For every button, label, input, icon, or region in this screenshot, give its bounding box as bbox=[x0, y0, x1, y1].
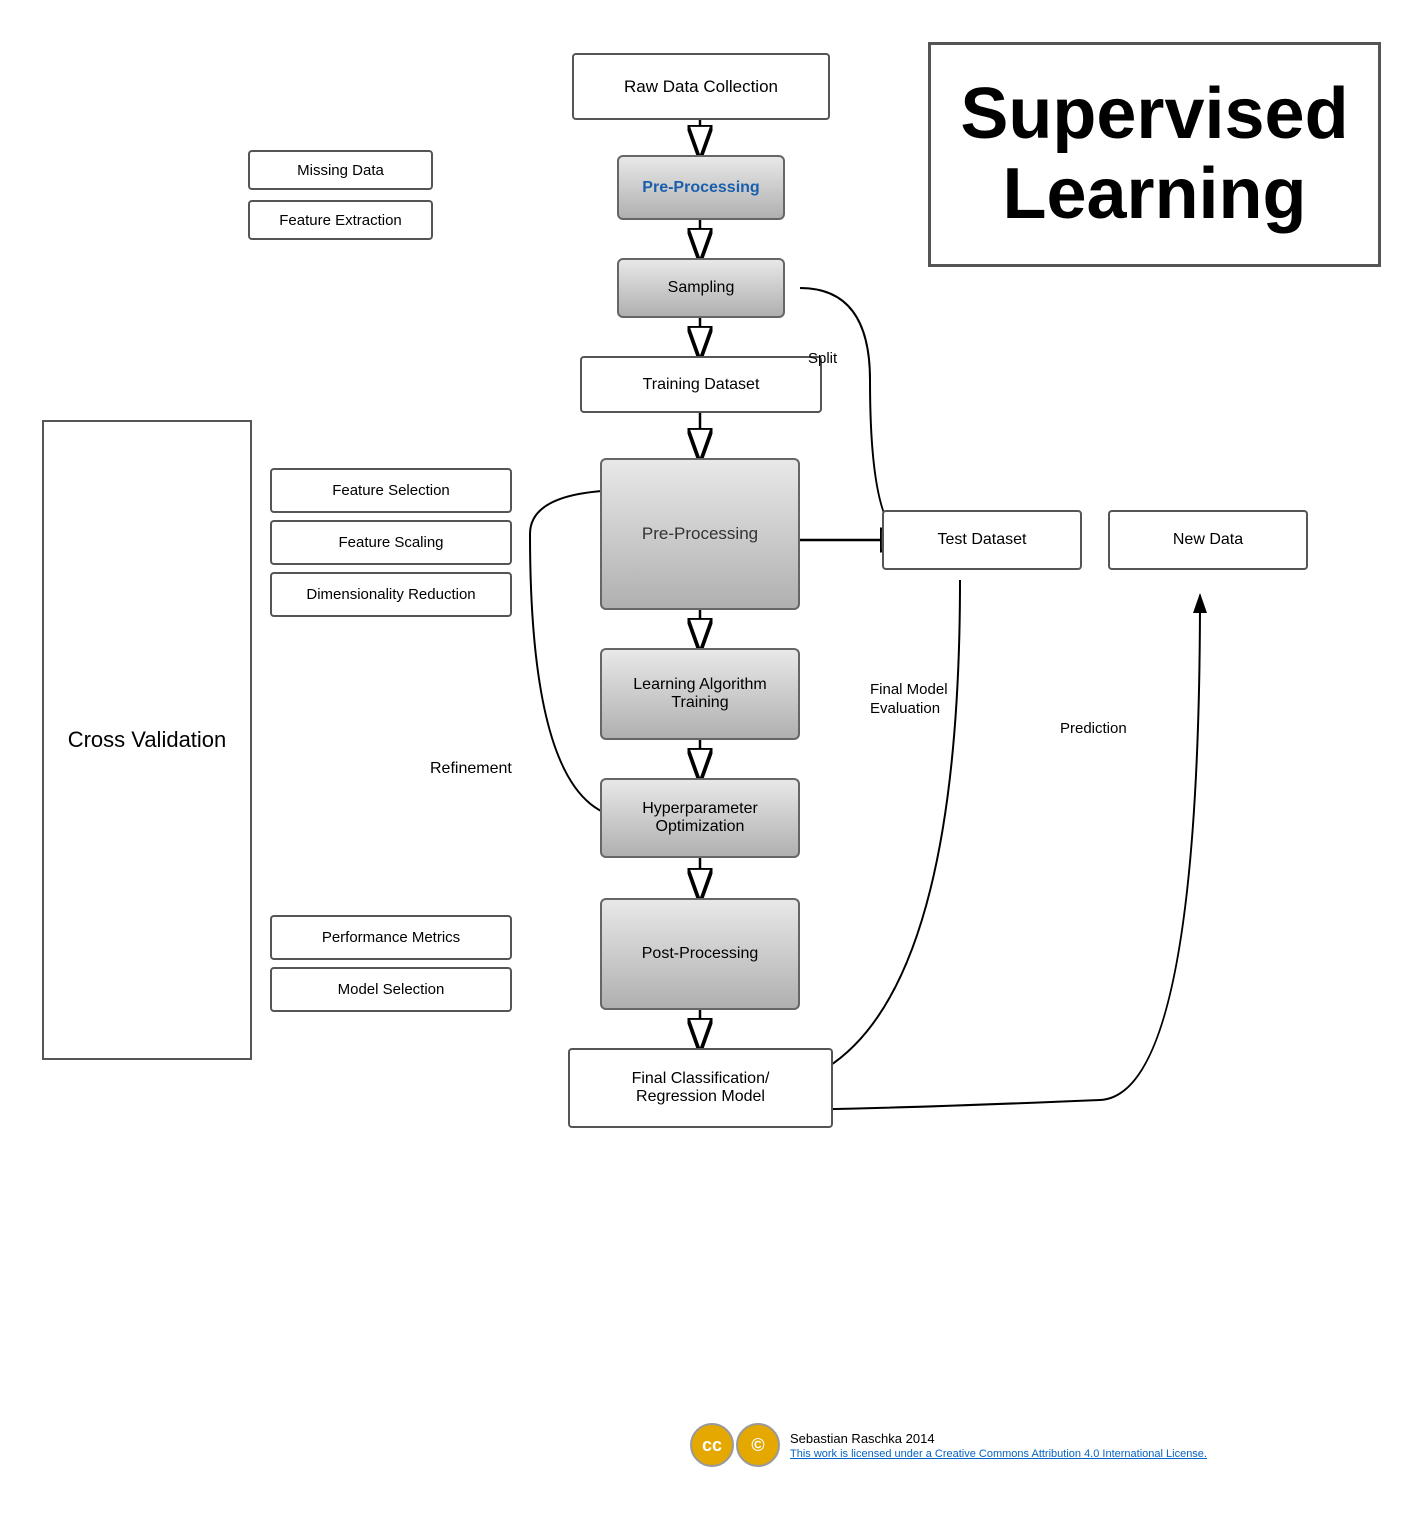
training-dataset-box: Training Dataset bbox=[580, 356, 822, 413]
supervised-learning-title: Supervised Learning bbox=[931, 75, 1378, 233]
footer-license: This work is licensed under a Creative C… bbox=[790, 1448, 1207, 1460]
supervised-learning-box: Supervised Learning bbox=[928, 42, 1381, 267]
post-processing-box: Post-Processing bbox=[600, 898, 800, 1010]
raw-data-box: Raw Data Collection bbox=[572, 53, 830, 120]
learning-algo-box: Learning Algorithm Training bbox=[600, 648, 800, 740]
performance-metrics-label: Performance Metrics bbox=[322, 929, 460, 946]
preprocessing2-label: Pre-Processing bbox=[642, 524, 758, 544]
training-dataset-label: Training Dataset bbox=[643, 376, 760, 394]
hyperparameter-box: Hyperparameter Optimization bbox=[600, 778, 800, 858]
feature-scaling-label: Feature Scaling bbox=[338, 534, 443, 551]
raw-data-label: Raw Data Collection bbox=[624, 77, 778, 97]
refinement-label: Refinement bbox=[430, 760, 512, 778]
model-selection-box: Model Selection bbox=[270, 967, 512, 1012]
new-data-box: New Data bbox=[1108, 510, 1308, 570]
preprocessing1-label: Pre-Processing bbox=[642, 179, 759, 197]
hyperparameter-label: Hyperparameter Optimization bbox=[642, 800, 758, 836]
feature-scaling-box: Feature Scaling bbox=[270, 520, 512, 565]
cross-validation-box: Cross Validation bbox=[42, 420, 252, 1060]
feature-selection-label: Feature Selection bbox=[332, 482, 450, 499]
performance-metrics-box: Performance Metrics bbox=[270, 915, 512, 960]
cross-validation-label: Cross Validation bbox=[68, 727, 227, 753]
prediction-label: Prediction bbox=[1060, 720, 1127, 737]
missing-data-label: Missing Data bbox=[297, 162, 384, 179]
model-selection-label: Model Selection bbox=[338, 981, 445, 998]
preprocessing2-box: Pre-Processing bbox=[600, 458, 800, 610]
feature-selection-box: Feature Selection bbox=[270, 468, 512, 513]
sampling-label: Sampling bbox=[668, 279, 735, 297]
test-dataset-box: Test Dataset bbox=[882, 510, 1082, 570]
cc-badge: cc © Sebastian Raschka 2014 This work is… bbox=[690, 1423, 1207, 1467]
new-data-label: New Data bbox=[1173, 531, 1243, 549]
final-model-evaluation-label: Final Model Evaluation bbox=[870, 660, 948, 719]
post-processing-label: Post-Processing bbox=[642, 945, 759, 963]
dimensionality-reduction-box: Dimensionality Reduction bbox=[270, 572, 512, 617]
learning-algo-label: Learning Algorithm Training bbox=[633, 676, 766, 712]
diagram-container: Supervised Learning Raw Data Collection … bbox=[0, 0, 1422, 1522]
feature-extraction-label: Feature Extraction bbox=[279, 212, 402, 229]
missing-data-box: Missing Data bbox=[248, 150, 433, 190]
sampling-box: Sampling bbox=[617, 258, 785, 318]
split-label: Split bbox=[808, 350, 837, 367]
final-classification-box: Final Classification/ Regression Model bbox=[568, 1048, 833, 1128]
final-classification-label: Final Classification/ Regression Model bbox=[632, 1070, 770, 1106]
footer-author: Sebastian Raschka 2014 bbox=[790, 1431, 1207, 1446]
preprocessing1-box: Pre-Processing bbox=[617, 155, 785, 220]
test-dataset-label: Test Dataset bbox=[938, 531, 1027, 549]
dimensionality-reduction-label: Dimensionality Reduction bbox=[306, 586, 475, 603]
feature-extraction-box: Feature Extraction bbox=[248, 200, 433, 240]
